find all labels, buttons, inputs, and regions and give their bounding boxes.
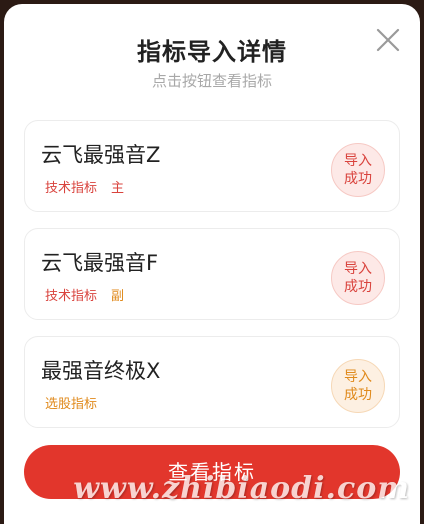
status-badge: 导入 成功 xyxy=(331,359,385,413)
indicator-tags: 技术指标 副 xyxy=(45,283,124,306)
tag-category: 技术指标 xyxy=(45,289,98,304)
indicator-name: 最强音终极X xyxy=(41,359,161,383)
tag-type: 副 xyxy=(111,289,125,304)
dialog-subtitle: 点击按钮查看指标 xyxy=(151,72,272,90)
status-line: 导入 xyxy=(344,369,372,385)
indicator-card[interactable]: 最强音终极X 选股指标 导入 成功 xyxy=(24,336,400,428)
indicator-name: 云飞最强音Z xyxy=(41,143,161,167)
indicator-tags: 选股指标 xyxy=(45,391,97,414)
indicator-name: 云飞最强音F xyxy=(41,251,159,275)
status-line: 成功 xyxy=(344,171,372,187)
status-badge: 导入 成功 xyxy=(331,143,385,197)
status-line: 导入 xyxy=(344,261,372,277)
view-indicators-button[interactable]: 查看指标 xyxy=(24,445,400,499)
status-line: 成功 xyxy=(344,279,372,295)
close-icon[interactable] xyxy=(374,26,402,54)
dialog-title: 指标导入详情 xyxy=(137,38,287,66)
status-badge: 导入 成功 xyxy=(331,251,385,305)
tag-type: 主 xyxy=(111,181,125,196)
import-details-dialog: 指标导入详情 点击按钮查看指标 云飞最强音Z 技术指标 主 导入 成功 云飞最强… xyxy=(4,4,420,524)
indicator-card[interactable]: 云飞最强音F 技术指标 副 导入 成功 xyxy=(24,228,400,320)
indicator-tags: 技术指标 主 xyxy=(45,175,124,198)
tag-category: 技术指标 xyxy=(45,181,98,196)
status-line: 成功 xyxy=(344,387,372,403)
indicator-card[interactable]: 云飞最强音Z 技术指标 主 导入 成功 xyxy=(24,120,400,212)
tag-category: 选股指标 xyxy=(45,397,98,412)
status-line: 导入 xyxy=(344,153,372,169)
